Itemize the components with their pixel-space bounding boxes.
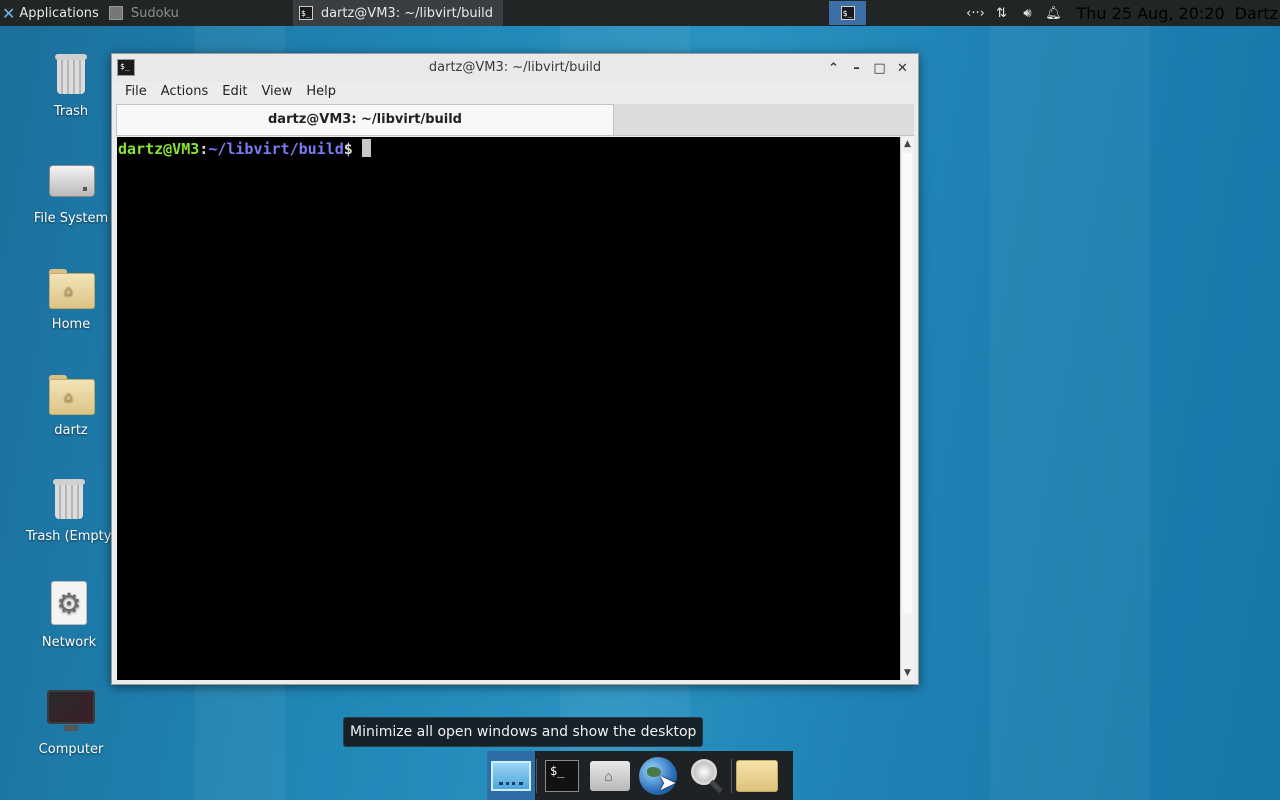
mouse-pointer-icon: ➤ xyxy=(658,771,677,796)
home-folder-launcher[interactable]: ⌂ xyxy=(586,751,634,800)
desktop-icon-trash[interactable]: Trash xyxy=(23,50,119,119)
terminal-window: $_ dartz@VM3: ~/libvirt/build ⌃ – □ ✕ Fi… xyxy=(111,53,919,685)
desktop-icon-label: Home xyxy=(51,317,91,332)
window-controls: ⌃ – □ ✕ xyxy=(822,57,914,79)
user-menu[interactable]: Dartz xyxy=(1235,4,1278,23)
taskbar-item-label: Sudoku xyxy=(130,5,179,21)
xfce-logo-icon: ✕ xyxy=(2,3,16,23)
taskbar-item-terminal[interactable]: $_ dartz@VM3: ~/libvirt/build xyxy=(292,0,503,26)
window-title: dartz@VM3: ~/libvirt/build xyxy=(428,60,602,75)
applications-label: Applications xyxy=(19,5,99,21)
menu-view[interactable]: View xyxy=(254,82,299,102)
terminal-launcher[interactable]: $_ xyxy=(538,751,586,800)
prompt-colon: : xyxy=(199,140,209,158)
desktop-icon-label: Network xyxy=(41,635,97,650)
taskbar-item-sudoku[interactable]: Sudoku xyxy=(103,0,293,26)
shade-button[interactable]: ⌃ xyxy=(822,57,845,79)
terminal-scrollbar[interactable]: ▲ ▼ xyxy=(900,137,914,680)
show-desktop-button[interactable] xyxy=(487,751,535,800)
desktop-icon-label: Computer xyxy=(38,742,104,757)
scroll-up-arrow-icon[interactable]: ▲ xyxy=(901,137,914,151)
tab-bar: dartz@VM3: ~/libvirt/build xyxy=(116,104,914,136)
tab-terminal[interactable]: dartz@VM3: ~/libvirt/build xyxy=(116,104,614,135)
shell-prompt: dartz@VM3:~/libvirt/build$ xyxy=(118,139,371,159)
dock-separator xyxy=(731,758,732,793)
system-tray: ‹··› ⇅ 🔊︎ 🔔︎ Thu 25 Aug, 20:20 Dartz xyxy=(965,0,1280,26)
window-titlebar[interactable]: $_ dartz@VM3: ~/libvirt/build ⌃ – □ ✕ xyxy=(112,54,918,82)
search-launcher[interactable] xyxy=(682,751,730,800)
speaker-icon[interactable]: 🔊︎ xyxy=(1017,6,1039,21)
gear-icon: ⚙ xyxy=(45,581,93,629)
terminal-output[interactable]: dartz@VM3:~/libvirt/build$ xyxy=(117,137,900,680)
bottom-dock: $_ ⌂ ➤ xyxy=(487,751,793,800)
home-folder-icon: ⌂ xyxy=(47,369,95,417)
text-cursor xyxy=(361,139,371,157)
bell-icon[interactable]: 🔔︎ xyxy=(1043,6,1065,21)
minimize-button[interactable]: – xyxy=(845,57,868,79)
menu-file[interactable]: File xyxy=(112,82,154,102)
menu-help[interactable]: Help xyxy=(299,82,343,102)
desktop-icon-label: Trash (Empty) xyxy=(26,529,115,544)
desktop-icon-computer[interactable]: Computer xyxy=(23,688,119,757)
desktop-icon-file-system[interactable]: File System xyxy=(23,157,119,226)
hard-drive-icon xyxy=(47,157,95,205)
desktop-icon-label: dartz xyxy=(54,423,88,438)
show-desktop-tooltip: Minimize all open windows and show the d… xyxy=(343,717,704,747)
web-browser-launcher[interactable]: ➤ xyxy=(634,751,682,800)
menu-actions[interactable]: Actions xyxy=(154,82,216,102)
network-arrows-icon[interactable]: ‹··› xyxy=(965,6,987,21)
monitor-icon xyxy=(47,688,95,736)
show-desktop-icon xyxy=(491,760,531,791)
home-folder-icon: ⌂ xyxy=(590,760,630,791)
clock[interactable]: Thu 25 Aug, 20:20 xyxy=(1077,4,1225,23)
prompt-path: ~/libvirt/build xyxy=(208,140,344,158)
workspace-switcher[interactable]: $_ xyxy=(829,1,866,25)
terminal-icon: $_ xyxy=(840,6,855,20)
desktop-icon-network[interactable]: ⚙ Network xyxy=(21,581,117,650)
menu-bar: File Actions Edit View Help xyxy=(112,82,343,102)
scroll-down-arrow-icon[interactable]: ▼ xyxy=(901,666,914,680)
terminal-icon: $_ xyxy=(545,759,579,792)
taskbar-item-label: dartz@VM3: ~/libvirt/build xyxy=(320,5,494,21)
magnifier-icon xyxy=(687,757,725,795)
close-button[interactable]: ✕ xyxy=(891,57,914,79)
prompt-dollar: $ xyxy=(343,140,353,158)
desktop-icon-label: Trash xyxy=(53,104,89,119)
file-manager-launcher[interactable] xyxy=(733,751,781,800)
home-folder-icon: ⌂ xyxy=(47,263,95,311)
trash-icon xyxy=(45,475,93,523)
up-down-arrows-icon[interactable]: ⇅ xyxy=(991,6,1013,21)
desktop-icon-home[interactable]: ⌂ Home xyxy=(23,263,119,332)
sudoku-icon xyxy=(108,6,123,20)
maximize-button[interactable]: □ xyxy=(868,57,891,79)
menu-edit[interactable]: Edit xyxy=(215,82,254,102)
applications-menu-button[interactable]: ✕ Applications xyxy=(0,0,103,26)
wallpaper-band xyxy=(990,26,1150,800)
desktop-icon-dartz[interactable]: ⌂ dartz xyxy=(23,369,119,438)
terminal-icon: $_ xyxy=(298,6,313,20)
prompt-user-host: dartz@VM3 xyxy=(118,140,200,158)
dock-separator xyxy=(536,758,537,793)
trash-icon xyxy=(47,50,95,98)
desktop-icon-label: File System xyxy=(33,211,109,226)
scrollbar-thumb[interactable] xyxy=(903,153,912,613)
folder-icon xyxy=(736,759,778,792)
desktop-icon-trash-empty[interactable]: Trash (Empty) xyxy=(23,475,115,544)
